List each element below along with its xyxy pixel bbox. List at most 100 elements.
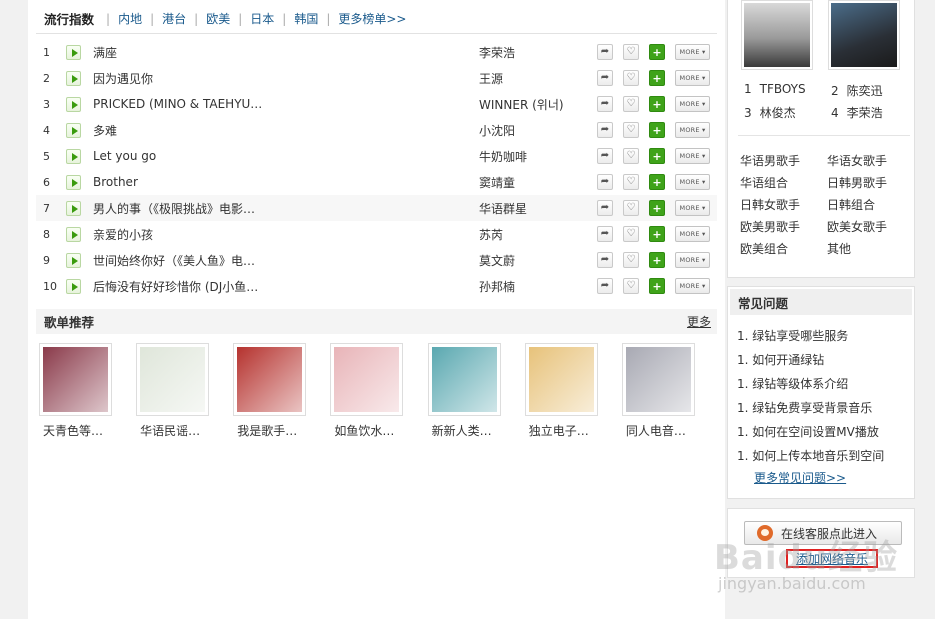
song-title[interactable]: 因为遇见你 [93, 70, 479, 87]
more-button[interactable]: MORE ▾ [675, 122, 710, 138]
playlist-cover[interactable] [524, 343, 598, 416]
artist-photo-tfboys[interactable] [741, 0, 813, 70]
song-artist[interactable]: 莫文蔚 [479, 252, 597, 269]
more-button[interactable]: MORE ▾ [675, 278, 710, 294]
play-icon[interactable] [66, 226, 81, 242]
play-icon[interactable] [66, 174, 81, 190]
faq-more-link[interactable]: 更多常见问题>> [754, 469, 846, 486]
play-icon[interactable] [66, 96, 81, 112]
tab-hk-tw[interactable]: 港台 [162, 10, 186, 27]
category-west-male[interactable]: 欧美男歌手 [740, 218, 800, 235]
song-title[interactable]: 亲爱的小孩 [93, 226, 479, 243]
song-title[interactable]: 满座 [93, 44, 479, 61]
playlist-more-link[interactable]: 更多 [687, 313, 711, 330]
category-cn-male[interactable]: 华语男歌手 [740, 152, 800, 169]
share-icon[interactable]: ➦ [597, 96, 613, 112]
heart-icon[interactable]: ♡ [623, 122, 639, 138]
playlist-cover[interactable] [233, 343, 307, 416]
heart-icon[interactable]: ♡ [623, 174, 639, 190]
song-title[interactable]: Brother [93, 175, 479, 189]
song-title[interactable]: 后悔没有好好珍惜你 (DJ小鱼… [93, 278, 479, 295]
playlist-name[interactable]: 华语民谣… [140, 422, 200, 439]
add-icon[interactable]: + [649, 174, 665, 190]
share-icon[interactable]: ➦ [597, 252, 613, 268]
play-icon[interactable] [66, 278, 81, 294]
add-icon[interactable]: + [649, 252, 665, 268]
top-artist-2[interactable]: 2 陈奕迅 [831, 82, 883, 99]
faq-item[interactable]: 1. 如何开通绿钻 [737, 351, 824, 368]
playlist-cover[interactable] [621, 343, 695, 416]
category-jk-female[interactable]: 日韩女歌手 [740, 196, 800, 213]
share-icon[interactable]: ➦ [597, 70, 613, 86]
song-title[interactable]: Let you go [93, 149, 479, 163]
top-artist-1[interactable]: 1 TFBOYS [744, 82, 806, 96]
more-button[interactable]: MORE ▾ [675, 44, 710, 60]
song-artist[interactable]: WINNER (위너) [479, 96, 597, 113]
playlist-name[interactable]: 天青色等… [43, 422, 103, 439]
add-icon[interactable]: + [649, 96, 665, 112]
play-icon[interactable] [66, 148, 81, 164]
faq-item[interactable]: 1. 绿钻享受哪些服务 [737, 327, 848, 344]
playlist-name[interactable]: 如鱼饮水… [334, 422, 394, 439]
more-button[interactable]: MORE ▾ [675, 96, 710, 112]
playlist-card[interactable]: 同人电音… [620, 343, 717, 439]
category-west-female[interactable]: 欧美女歌手 [827, 218, 887, 235]
more-button[interactable]: MORE ▾ [675, 70, 710, 86]
more-button[interactable]: MORE ▾ [675, 174, 710, 190]
share-icon[interactable]: ➦ [597, 278, 613, 294]
song-title[interactable]: 男人的事（《极限挑战》电影… [93, 200, 479, 217]
playlist-cover[interactable] [330, 343, 404, 416]
share-icon[interactable]: ➦ [597, 226, 613, 242]
faq-item[interactable]: 1. 如何上传本地音乐到空间 [737, 447, 884, 464]
add-icon[interactable]: + [649, 122, 665, 138]
play-icon[interactable] [66, 70, 81, 86]
category-other[interactable]: 其他 [827, 240, 851, 257]
more-charts-link[interactable]: 更多榜单>> [338, 10, 406, 27]
more-button[interactable]: MORE ▾ [675, 252, 710, 268]
faq-item[interactable]: 1. 绿钻免费享受背景音乐 [737, 399, 872, 416]
song-artist[interactable]: 王源 [479, 70, 597, 87]
heart-icon[interactable]: ♡ [623, 44, 639, 60]
category-jk-group[interactable]: 日韩组合 [827, 196, 875, 213]
artist-photo-eason[interactable] [828, 0, 900, 70]
play-icon[interactable] [66, 252, 81, 268]
share-icon[interactable]: ➦ [597, 200, 613, 216]
song-artist[interactable]: 窦靖童 [479, 174, 597, 191]
share-icon[interactable]: ➦ [597, 174, 613, 190]
playlist-card[interactable]: 华语民谣… [134, 343, 231, 439]
heart-icon[interactable]: ♡ [623, 226, 639, 242]
top-artist-4[interactable]: 4 李荣浩 [831, 104, 883, 121]
share-icon[interactable]: ➦ [597, 148, 613, 164]
add-icon[interactable]: + [649, 226, 665, 242]
playlist-cover[interactable] [39, 343, 112, 416]
add-icon[interactable]: + [649, 44, 665, 60]
playlist-cover[interactable] [427, 343, 501, 416]
play-icon[interactable] [66, 200, 81, 216]
category-cn-group[interactable]: 华语组合 [740, 174, 788, 191]
share-icon[interactable]: ➦ [597, 44, 613, 60]
category-west-group[interactable]: 欧美组合 [740, 240, 788, 257]
playlist-card[interactable]: 我是歌手… [231, 343, 328, 439]
more-button[interactable]: MORE ▾ [675, 226, 710, 242]
song-title[interactable]: 多难 [93, 122, 479, 139]
heart-icon[interactable]: ♡ [623, 96, 639, 112]
heart-icon[interactable]: ♡ [623, 70, 639, 86]
tab-western[interactable]: 欧美 [206, 10, 230, 27]
playlist-name[interactable]: 同人电音… [626, 422, 686, 439]
song-artist[interactable]: 华语群星 [479, 200, 597, 217]
add-icon[interactable]: + [649, 70, 665, 86]
playlist-card[interactable]: 新新人类… [426, 343, 523, 439]
faq-item[interactable]: 1. 如何在空间设置MV播放 [737, 423, 879, 440]
play-icon[interactable] [66, 122, 81, 138]
song-artist[interactable]: 李荣浩 [479, 44, 597, 61]
tab-korea[interactable]: 韩国 [294, 10, 318, 27]
playlist-card[interactable]: 独立电子… [523, 343, 620, 439]
more-button[interactable]: MORE ▾ [675, 148, 710, 164]
playlist-name[interactable]: 独立电子… [529, 422, 589, 439]
playlist-cover[interactable] [136, 343, 210, 416]
tab-mainland[interactable]: 内地 [118, 10, 142, 27]
add-icon[interactable]: + [649, 148, 665, 164]
add-icon[interactable]: + [649, 278, 665, 294]
add-icon[interactable]: + [649, 200, 665, 216]
share-icon[interactable]: ➦ [597, 122, 613, 138]
